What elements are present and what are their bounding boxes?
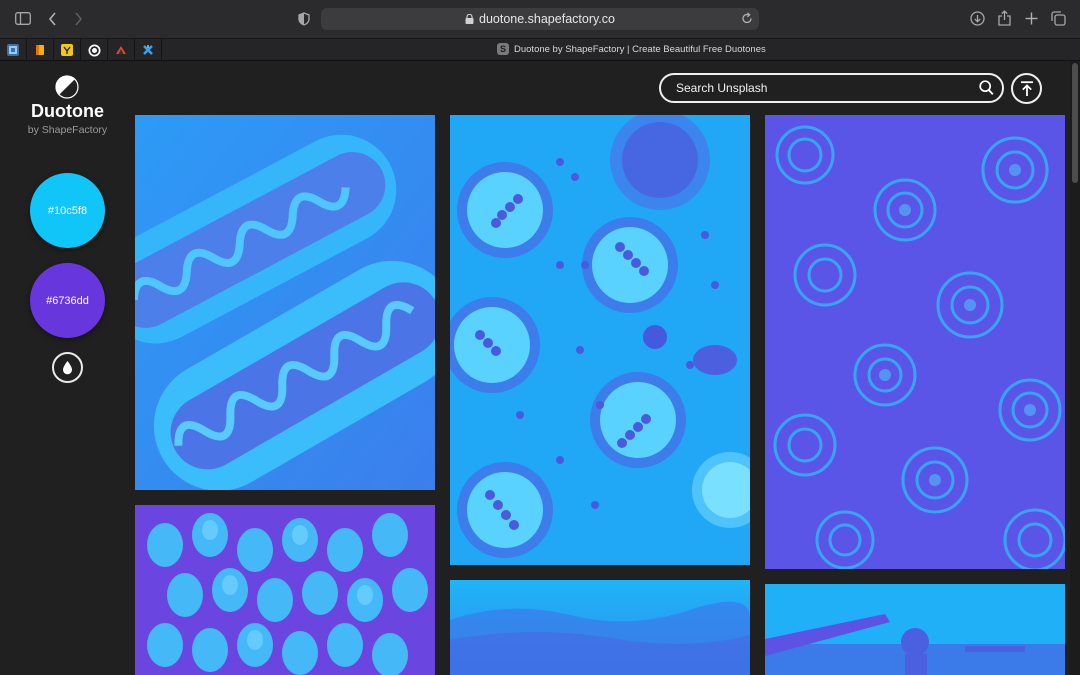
tab-favicon: S	[497, 43, 509, 55]
browser-toolbar: duotone.shapefactory.co	[0, 0, 1080, 38]
url-text: duotone.shapefactory.co	[479, 12, 615, 26]
search-input[interactable]	[676, 81, 966, 95]
pinned-tab-6[interactable]	[135, 39, 162, 61]
lock-icon	[465, 14, 474, 24]
address-bar[interactable]: duotone.shapefactory.co	[321, 8, 759, 30]
web-page: Duotone by ShapeFactory #10c5f8 #6736dd	[0, 61, 1080, 675]
photo-succulents[interactable]	[765, 115, 1065, 569]
shadow-color-button[interactable]: #6736dd	[30, 263, 105, 338]
page-scrollbar[interactable]	[1070, 61, 1080, 675]
sidebar: Duotone by ShapeFactory #10c5f8 #6736dd	[0, 61, 135, 675]
brand-subtitle: by ShapeFactory	[27, 124, 108, 136]
tabs-icon[interactable]	[1051, 11, 1066, 26]
chevron-left-icon[interactable]	[48, 12, 57, 26]
photo-tarts[interactable]	[450, 115, 750, 565]
scrollbar-thumb[interactable]	[1072, 63, 1078, 183]
pinned-tab-3[interactable]	[54, 39, 81, 61]
shield-icon[interactable]	[298, 12, 310, 26]
plus-icon[interactable]	[1025, 12, 1038, 25]
search-icon[interactable]	[979, 80, 994, 101]
photo-hotdogs[interactable]	[135, 115, 435, 490]
active-tab[interactable]: S Duotone by ShapeFactory | Create Beaut…	[497, 43, 766, 55]
pinned-tab-5[interactable]	[108, 39, 135, 61]
tab-title-text: Duotone by ShapeFactory | Create Beautif…	[514, 43, 766, 55]
chevron-right-icon[interactable]	[74, 12, 83, 26]
brand-title: Duotone	[31, 101, 104, 121]
arrow-up-icon	[1020, 80, 1033, 96]
share-icon[interactable]	[998, 10, 1011, 26]
highlight-color-button[interactable]: #10c5f8	[30, 173, 105, 248]
drop-icon	[63, 361, 72, 375]
photo-tulips[interactable]	[135, 505, 435, 675]
reload-icon[interactable]	[741, 12, 753, 28]
download-icon[interactable]	[970, 11, 985, 26]
search-bar	[659, 73, 1004, 103]
highlight-color-label: #10c5f8	[47, 204, 88, 217]
sidebar-icon[interactable]	[15, 12, 31, 25]
pinned-tab-1[interactable]	[0, 39, 27, 61]
photo-airplane[interactable]	[765, 584, 1065, 675]
scroll-to-top-button[interactable]	[1011, 73, 1042, 104]
shadow-color-label: #6736dd	[46, 294, 89, 307]
pinned-tab-4[interactable]	[81, 39, 108, 61]
duotone-logo-icon[interactable]	[55, 75, 79, 99]
photo-sky[interactable]	[450, 580, 750, 675]
pinned-tab-2[interactable]	[27, 39, 54, 61]
tab-bar: S Duotone by ShapeFactory | Create Beaut…	[0, 38, 1080, 61]
color-picker-button[interactable]	[52, 352, 83, 383]
